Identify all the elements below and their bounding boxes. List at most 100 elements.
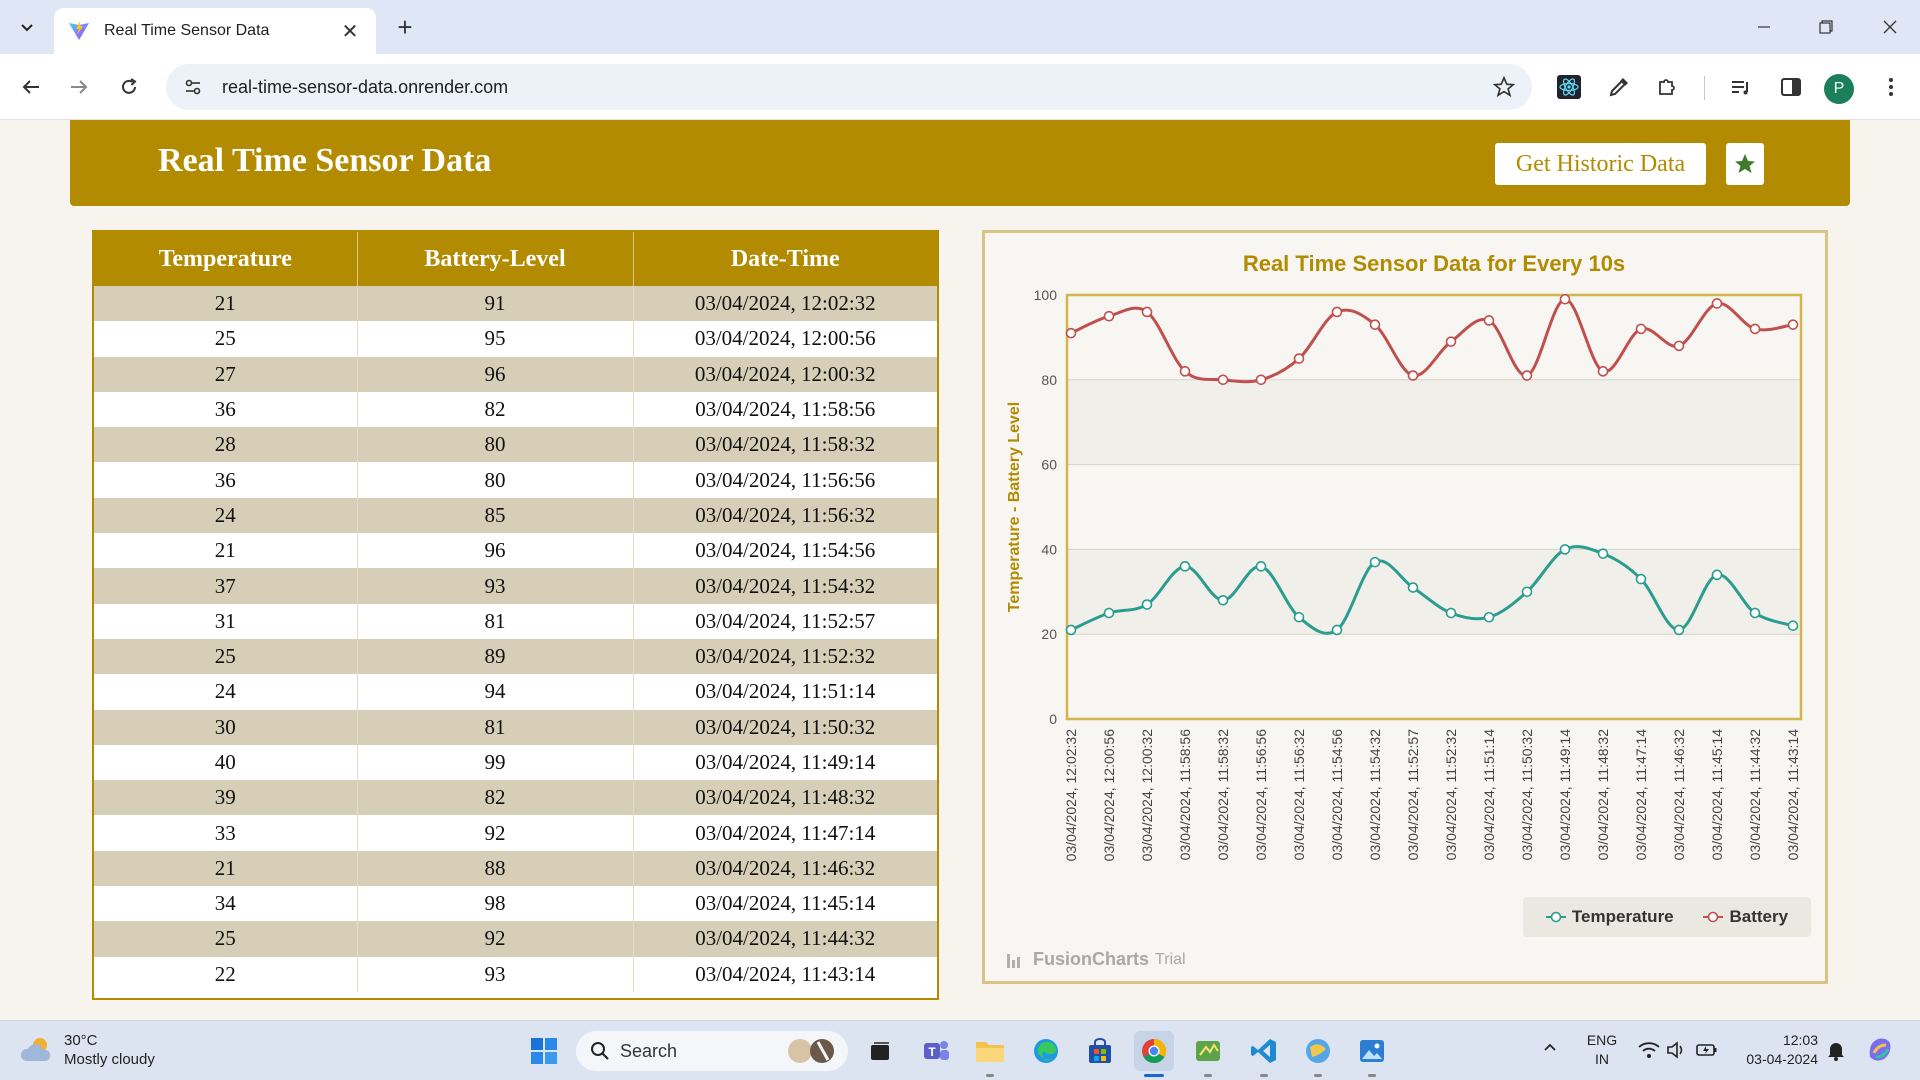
notification-bell-icon[interactable] — [1826, 1039, 1846, 1065]
cell-date-time: 03/04/2024, 11:56:56 — [695, 467, 876, 492]
app-icon-green[interactable] — [1188, 1031, 1228, 1077]
temperature-data-point — [1445, 607, 1457, 619]
tab-search-button[interactable] — [10, 10, 44, 44]
x-tick-label: 03/04/2024, 11:43:14 — [1785, 729, 1801, 861]
cell-date-time: 03/04/2024, 11:45:14 — [695, 891, 876, 916]
language-indicator[interactable]: ENG IN — [1582, 1031, 1622, 1069]
get-historic-data-button[interactable]: Get Historic Data — [1495, 143, 1706, 185]
temperature-data-point — [1407, 582, 1419, 593]
cell-battery-level: 94 — [357, 674, 634, 710]
wifi-icon[interactable] — [1638, 1041, 1660, 1063]
teams-icon[interactable]: T — [916, 1031, 956, 1071]
react-devtools-icon[interactable] — [1550, 68, 1588, 106]
task-view-icon[interactable] — [860, 1031, 900, 1071]
cell-temperature: 25 — [94, 638, 358, 675]
x-tick-label: 03/04/2024, 11:50:32 — [1519, 729, 1535, 861]
eyedropper-icon[interactable] — [1600, 68, 1638, 106]
media-controls-icon[interactable] — [1722, 68, 1760, 106]
site-info-icon[interactable] — [178, 72, 208, 102]
cell-temperature: 36 — [94, 462, 358, 498]
cell-date-time: 03/04/2024, 11:56:32 — [695, 502, 876, 527]
sensor-chart: Real Time Sensor Data for Every 10s 0 20 40… — [982, 230, 1828, 984]
temperature-data-point — [1559, 544, 1571, 555]
cell-date-time: 03/04/2024, 12:00:32 — [694, 361, 876, 386]
running-indicator — [986, 1074, 994, 1077]
fusioncharts-credit[interactable]: FusionCharts Trial — [1005, 949, 1186, 970]
table-row: 25 89 03/04/2024, 11:52:32 — [94, 638, 937, 675]
legend-item-battery[interactable]: Battery — [1703, 907, 1788, 927]
volume-icon[interactable] — [1666, 1041, 1686, 1063]
close-window-icon[interactable] — [1870, 10, 1910, 44]
edge-browser-icon[interactable] — [1026, 1031, 1066, 1071]
legend-item-temperature[interactable]: Temperature — [1545, 907, 1674, 927]
sensor-data-table: Temperature Battery-Level Date-Time 21 91… — [92, 230, 939, 1000]
bookmark-star-icon[interactable] — [1484, 67, 1524, 107]
cell-date-time: 03/04/2024, 12:00:56 — [694, 326, 876, 351]
y-tick-label: 60 — [1041, 457, 1057, 473]
plot-band — [1067, 549, 1801, 635]
chrome-icon[interactable] — [1134, 1031, 1174, 1077]
battery-data-point — [1293, 353, 1305, 364]
chevron-up-icon[interactable] — [1542, 1039, 1558, 1059]
microsoft-store-icon[interactable] — [1080, 1031, 1120, 1071]
photos-icon[interactable] — [1352, 1031, 1392, 1077]
y-tick-label: 40 — [1041, 541, 1057, 557]
restore-icon[interactable] — [1806, 10, 1846, 44]
windows-start-icon[interactable] — [524, 1031, 564, 1071]
cell-battery-level: 88 — [357, 850, 634, 887]
copilot-icon[interactable] — [1864, 1033, 1896, 1069]
more-menu-icon[interactable] — [1872, 68, 1910, 106]
language-code: ENG — [1586, 1032, 1618, 1048]
vscode-icon[interactable] — [1244, 1031, 1284, 1077]
header-temperature: Temperature — [94, 232, 358, 286]
table-row: 31 81 03/04/2024, 11:52:57 — [94, 603, 937, 639]
battery-icon[interactable] — [1696, 1041, 1718, 1063]
minimize-icon[interactable] — [1744, 10, 1784, 44]
cell-date-time: 03/04/2024, 11:48:32 — [695, 785, 876, 810]
address-bar[interactable]: real-time-sensor-data.onrender.com — [166, 64, 1532, 110]
browser-toolbar: real-time-sensor-data.onrender.com P — [0, 54, 1920, 120]
table-row: 28 80 03/04/2024, 11:58:32 — [94, 427, 937, 463]
plot-band — [1067, 464, 1801, 550]
forward-arrow-icon[interactable] — [60, 68, 98, 106]
temperature-data-point — [1255, 561, 1267, 572]
cell-temperature: 31 — [94, 603, 358, 639]
header-date-time: Date-Time — [633, 232, 937, 286]
tab-close-icon[interactable]: ✕ — [338, 19, 362, 44]
profile-avatar[interactable]: P — [1824, 74, 1854, 104]
cell-date-time: 03/04/2024, 11:58:32 — [695, 432, 876, 457]
extensions-puzzle-icon[interactable] — [1648, 68, 1686, 106]
x-tick-label: 03/04/2024, 11:49:14 — [1557, 729, 1573, 861]
new-tab-button[interactable]: + — [388, 10, 422, 44]
temperature-data-point — [1141, 599, 1153, 610]
x-tick-label: 03/04/2024, 11:58:32 — [1215, 729, 1231, 861]
url-text[interactable]: real-time-sensor-data.onrender.com — [222, 77, 1484, 98]
table-row: 24 85 03/04/2024, 11:56:32 — [94, 497, 937, 534]
reload-icon[interactable] — [110, 68, 148, 106]
active-tab[interactable]: Real Time Sensor Data ✕ — [54, 8, 376, 54]
line-chart-svg: Real Time Sensor Data for Every 10s 0 20 40… — [1006, 251, 1803, 861]
cell-date-time: 03/04/2024, 11:43:14 — [695, 961, 876, 986]
side-panel-icon[interactable] — [1772, 68, 1810, 106]
weather-widget[interactable]: 30°C Mostly cloudy — [20, 1031, 155, 1069]
cell-battery-level: 92 — [357, 921, 634, 957]
taskbar-search[interactable]: Search — [576, 1031, 848, 1071]
battery-data-point — [1065, 327, 1077, 339]
cell-temperature: 22 — [94, 956, 358, 992]
back-arrow-icon[interactable] — [12, 68, 50, 106]
cell-battery-level: 93 — [357, 568, 634, 604]
table-row: 21 96 03/04/2024, 11:54:56 — [94, 533, 937, 569]
system-clock[interactable]: 12:03 03-04-2024 — [1736, 1031, 1818, 1069]
cell-temperature: 21 — [94, 533, 358, 569]
table-row: 27 96 03/04/2024, 12:00:32 — [94, 356, 937, 392]
file-explorer-icon[interactable] — [970, 1031, 1010, 1077]
favorite-button[interactable] — [1726, 143, 1764, 185]
cell-date-time: 03/04/2024, 11:47:14 — [695, 820, 876, 845]
temperature-data-point — [1673, 624, 1685, 636]
app-icon-blue-globe[interactable] — [1298, 1031, 1338, 1077]
temperature-data-point — [1749, 607, 1761, 619]
cell-temperature: 34 — [94, 886, 358, 922]
search-icon — [591, 1042, 609, 1060]
credit-text: FusionCharts — [1033, 949, 1150, 969]
table-row: 21 88 03/04/2024, 11:46:32 — [94, 850, 937, 887]
